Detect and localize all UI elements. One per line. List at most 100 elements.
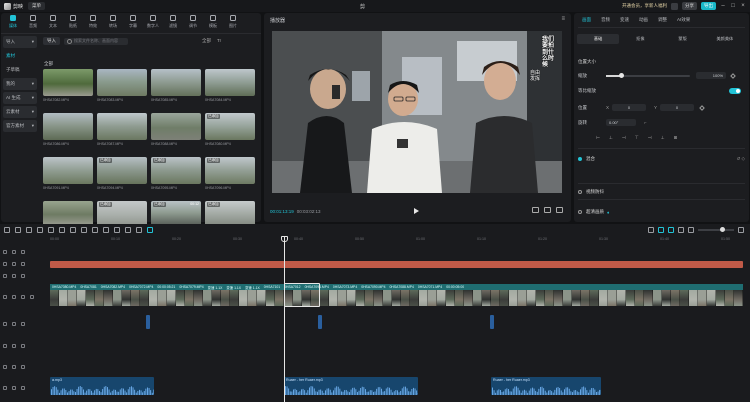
fit-icon[interactable] <box>544 207 551 213</box>
side-nav-item[interactable]: 子草稿 <box>3 64 37 76</box>
sub-clip[interactable] <box>318 315 322 329</box>
inspector-tab[interactable]: 变速 <box>616 15 633 25</box>
play-icon[interactable] <box>414 208 419 214</box>
track-header[interactable] <box>3 322 25 326</box>
export-button[interactable]: 导出 <box>701 2 716 10</box>
media-item[interactable]: 已添加 0HSA7080.MP4 <box>205 113 255 155</box>
media-item[interactable]: 已添加 0HSA7094.MP4 <box>97 157 147 199</box>
tool-caption[interactable]: 字幕 <box>123 15 143 33</box>
tool-adjust[interactable]: 调节 <box>183 15 203 33</box>
smart-icon[interactable] <box>147 227 153 233</box>
freeze-icon[interactable] <box>81 227 87 233</box>
media-thumbnail[interactable] <box>151 113 201 140</box>
maximize-icon[interactable]: □ <box>730 3 736 9</box>
side-nav-item[interactable]: 云素材 ▾ <box>3 106 37 118</box>
audio-clip[interactable]: Ruaer - her Ruaer.mp3 <box>491 377 601 395</box>
zoom-slider[interactable] <box>698 227 734 232</box>
uniform-scale-toggle[interactable] <box>729 88 741 94</box>
delete-icon[interactable] <box>70 227 76 233</box>
main-video-track[interactable]: 0HSA7080.MP4 0HSA7081 0HSA7082.MP4 0HSA7072… <box>50 284 743 306</box>
align-left-icon[interactable]: ⊢ <box>596 135 600 141</box>
rotate-input[interactable]: 0.00° <box>606 119 636 126</box>
tool-image[interactable]: 图片 <box>223 15 243 33</box>
sort-controls[interactable]: 全部 Tr <box>202 38 221 44</box>
tool-sticker[interactable]: 贴纸 <box>63 15 83 33</box>
mic-icon[interactable] <box>648 227 654 233</box>
playhead-handle[interactable] <box>281 236 288 242</box>
inspector-tab[interactable]: 调整 <box>654 15 671 25</box>
media-thumbnail[interactable] <box>43 69 93 96</box>
align-top-icon[interactable]: ⊤ <box>635 135 639 141</box>
blend-reset-icon[interactable]: ↺ ◇ <box>737 156 745 162</box>
keyframe-icon[interactable] <box>730 72 736 79</box>
media-thumbnail[interactable]: 已添加 <box>205 157 255 184</box>
track-header[interactable] <box>3 365 25 369</box>
sort-by[interactable]: Tr <box>217 38 221 44</box>
split-left-icon[interactable] <box>48 227 54 233</box>
track-header[interactable] <box>3 344 25 348</box>
audio-clip[interactable]: a.mp3 <box>50 377 154 395</box>
inspector-tab[interactable]: 音频 <box>597 15 614 25</box>
main-track-header[interactable] <box>3 295 34 299</box>
keyframe-icon[interactable] <box>699 104 705 111</box>
y-input[interactable]: 0 <box>660 104 695 111</box>
menu-button[interactable]: 菜单 <box>28 2 46 10</box>
select-tool-icon[interactable] <box>4 227 10 233</box>
link-icon[interactable] <box>658 227 664 233</box>
media-item[interactable]: 0HSA7083.MP4 <box>97 69 147 111</box>
side-nav-item[interactable]: 我的 ▾ <box>3 78 37 90</box>
search-input[interactable]: 搜索文件名称、画面内容 <box>64 37 128 45</box>
fullscreen-icon[interactable] <box>556 207 563 213</box>
inspector-tab[interactable]: 动画 <box>635 15 652 25</box>
track-header[interactable] <box>3 250 25 254</box>
ai-icon[interactable] <box>136 227 142 233</box>
share-button[interactable]: 分享 <box>682 2 697 10</box>
media-item[interactable]: 0HSA7085.MP4 <box>151 69 201 111</box>
zoom-in-icon[interactable] <box>738 227 744 233</box>
crop-icon[interactable] <box>125 227 131 233</box>
tool-template[interactable]: 模板 <box>203 15 223 33</box>
x-input[interactable]: 0 <box>612 104 647 111</box>
side-nav-item[interactable]: AI 生成 ▾ <box>3 92 37 104</box>
align-center-icon[interactable]: ⊥ <box>609 135 613 141</box>
stabilize-checkbox[interactable] <box>578 190 582 194</box>
split-right-icon[interactable] <box>59 227 65 233</box>
scale-value[interactable]: 100% <box>696 72 726 79</box>
tool-audio[interactable]: 音频 <box>23 15 43 33</box>
reverse-icon[interactable] <box>92 227 98 233</box>
sub-clip[interactable] <box>146 315 150 329</box>
align-right-icon[interactable]: ⊣ <box>622 135 626 141</box>
video-preview[interactable]: 我们要拍到什么时候 自由发挥 <box>272 31 562 193</box>
media-item[interactable]: 0HSA7088.MP4 <box>151 113 201 155</box>
media-item[interactable]: 已添加 0HSA7096.MP4 <box>205 157 255 199</box>
zoom-out-icon[interactable] <box>688 227 694 233</box>
adjustment-clip[interactable] <box>50 261 743 268</box>
inspector-subtab[interactable]: 美颜美体 <box>704 34 746 44</box>
side-nav-item[interactable]: 导入 ▾ <box>3 36 37 48</box>
sub-clip[interactable] <box>490 315 494 329</box>
align-fill-icon[interactable]: ⊞ <box>674 135 678 141</box>
tool-effects[interactable]: 特效 <box>83 15 103 33</box>
ratio-icon[interactable] <box>532 207 539 213</box>
mirror-icon[interactable] <box>103 227 109 233</box>
align-middle-icon[interactable]: ⊣ <box>648 135 652 141</box>
media-thumbnail[interactable]: 已添加 <box>151 157 201 184</box>
preview-axis-icon[interactable] <box>678 227 684 233</box>
split-icon[interactable] <box>37 227 43 233</box>
media-thumbnail[interactable]: 已添加 <box>97 157 147 184</box>
hd-quality-checkbox[interactable] <box>578 210 582 214</box>
media-thumbnail[interactable] <box>97 113 147 140</box>
playhead[interactable] <box>284 236 285 402</box>
tool-text[interactable]: 文本 <box>43 15 63 33</box>
media-thumbnail[interactable] <box>97 69 147 96</box>
layout-icon[interactable] <box>671 2 678 10</box>
selected-clip[interactable] <box>284 283 320 307</box>
media-item[interactable]: 0HSA7082.MP4 <box>43 69 93 111</box>
timeline-ruler[interactable]: 00:00 00:10 00:20 00:30 00:40 00:50 01:00 01:10… <box>48 236 750 244</box>
media-thumbnail[interactable]: 已添加 <box>205 113 255 140</box>
audio-track-header[interactable] <box>3 386 25 390</box>
inspector-subtab[interactable]: 蒙版 <box>662 34 704 44</box>
media-item[interactable]: 0HSA7091.MP4 <box>43 157 93 199</box>
side-nav-item[interactable]: 素材 <box>3 50 37 62</box>
tool-media[interactable]: 媒体 <box>3 15 23 33</box>
